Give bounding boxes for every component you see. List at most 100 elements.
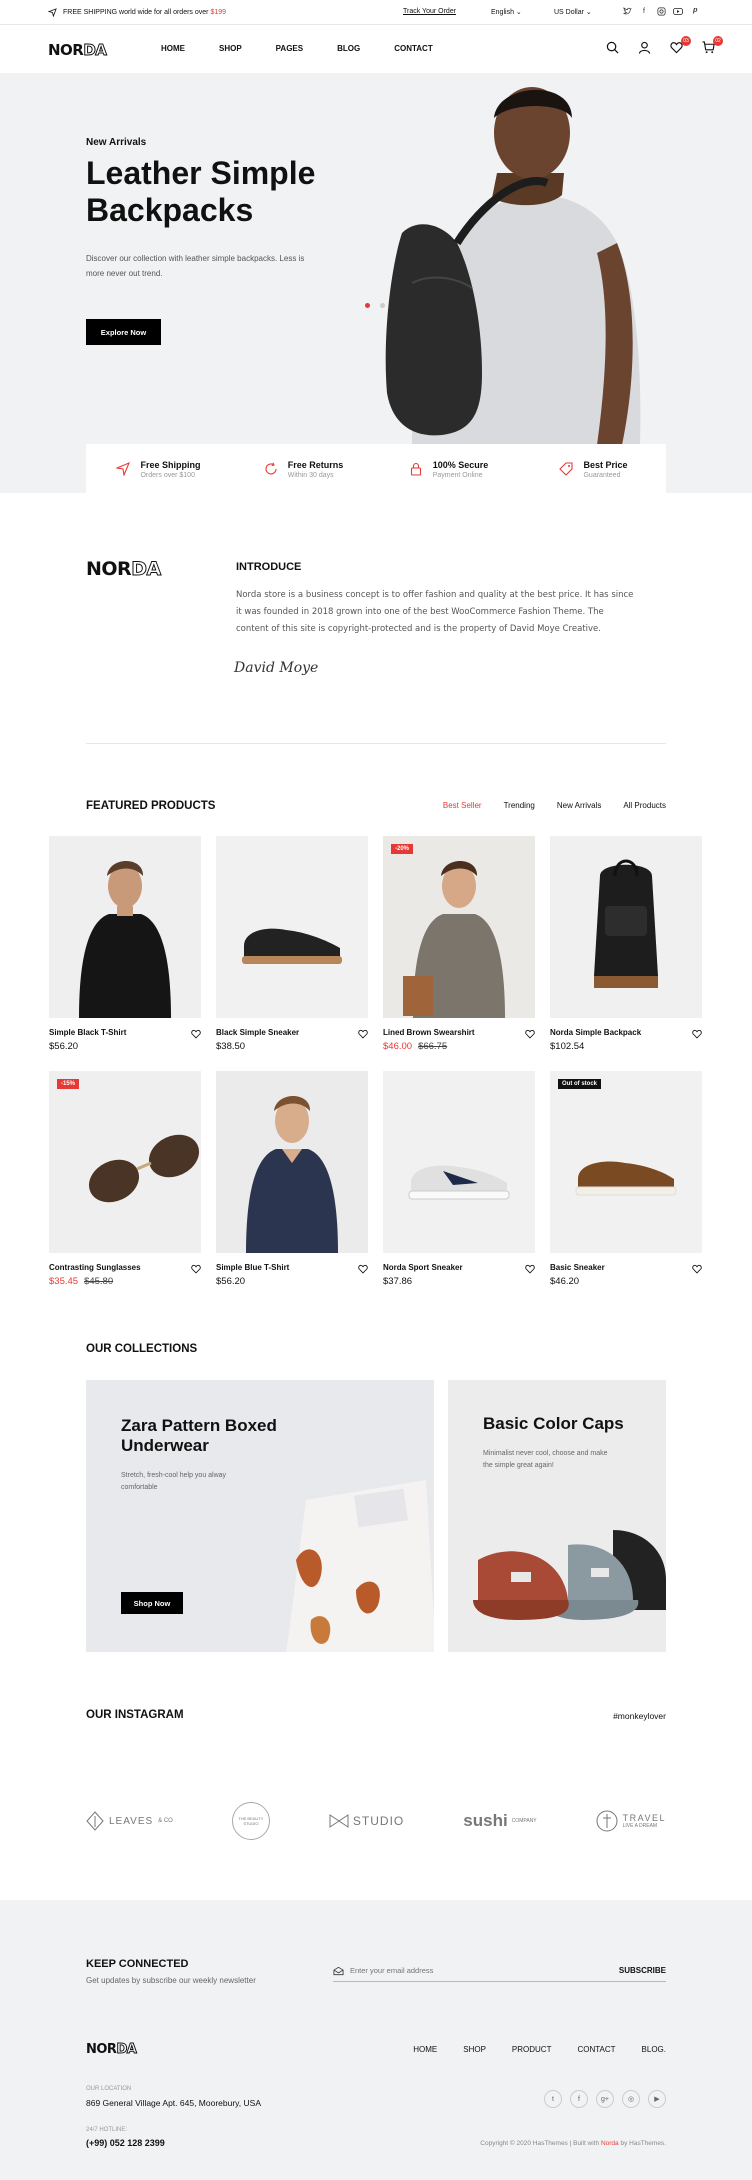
product-image[interactable]: Out of stock: [550, 1071, 702, 1253]
chevron-down-icon: ⌄: [515, 9, 522, 16]
product-image[interactable]: -15%: [49, 1071, 201, 1253]
heart-icon[interactable]: [191, 1264, 201, 1274]
slider-dot-active[interactable]: [365, 303, 370, 308]
cart-count-badge: 02: [713, 36, 723, 46]
product-name[interactable]: Lined Brown Swearshirt: [383, 1028, 535, 1037]
site-logo[interactable]: NORDA: [48, 41, 107, 60]
brand-logo-travel[interactable]: TRAVEL LIVE A DREAM: [596, 1810, 666, 1832]
feature-title: Best Price: [583, 459, 628, 470]
product-card[interactable]: Out of stock Basic Sneaker $46.20: [550, 1071, 702, 1287]
tab-all-products[interactable]: All Products: [623, 801, 666, 810]
nav-pages[interactable]: PAGES: [276, 44, 303, 53]
instagram-hashtag[interactable]: #monkeylover: [613, 1711, 666, 1721]
youtube-icon[interactable]: ▶: [648, 2090, 666, 2108]
price-current: $37.86: [383, 1276, 413, 1287]
tab-best-seller[interactable]: Best Seller: [443, 801, 482, 810]
product-card[interactable]: Norda Sport Sneaker $37.86: [383, 1071, 535, 1287]
newsletter-text: Get updates by subscribe our weekly news…: [86, 1976, 256, 1985]
collection-card-caps[interactable]: Basic Color Caps Minimalist never cool, …: [448, 1380, 666, 1652]
product-tabs: Best Seller Trending New Arrivals All Pr…: [443, 801, 666, 810]
heart-icon[interactable]: [525, 1264, 535, 1274]
footer-logo[interactable]: NORDA: [86, 2042, 137, 2058]
product-image[interactable]: [216, 1071, 368, 1253]
heart-icon[interactable]: [358, 1029, 368, 1039]
pinterest-icon[interactable]: 𝒑: [690, 6, 700, 16]
product-card[interactable]: Simple Blue T-Shirt $56.20: [216, 1071, 368, 1287]
instagram-icon[interactable]: ◎: [622, 2090, 640, 2108]
refresh-icon: [265, 462, 277, 475]
product-card[interactable]: -20% Lined Brown Swearshirt $46.00 $66.75: [383, 836, 535, 1052]
track-order-link[interactable]: Track Your Order: [403, 8, 456, 15]
footer-nav-product[interactable]: PRODUCT: [512, 2045, 552, 2054]
product-price: $37.86: [383, 1276, 535, 1287]
footer-nav-shop[interactable]: SHOP: [463, 2045, 486, 2054]
tab-trending[interactable]: Trending: [504, 801, 535, 810]
language-select[interactable]: English ⌄: [491, 8, 522, 16]
product-image[interactable]: [49, 836, 201, 1018]
phone[interactable]: (+99) 052 128 2399: [86, 2138, 165, 2148]
collection-card-underwear[interactable]: Zara Pattern Boxed Underwear Stretch, fr…: [86, 1380, 434, 1652]
product-name[interactable]: Simple Blue T-Shirt: [216, 1263, 368, 1272]
brand-logo-leaves[interactable]: LEAVES & CO: [86, 1811, 173, 1831]
product-name[interactable]: Norda Sport Sneaker: [383, 1263, 535, 1272]
cart-button[interactable]: 02: [702, 36, 723, 55]
product-name[interactable]: Basic Sneaker: [550, 1263, 702, 1272]
google-plus-icon[interactable]: g+: [596, 2090, 614, 2108]
intro-text: Norda store is a business concept is to …: [236, 590, 634, 634]
brand-logo-beauty-studio[interactable]: THE BEAUTY STUDIO: [231, 1802, 270, 1840]
nav-blog[interactable]: BLOG: [337, 44, 360, 53]
brand-logo-sushi[interactable]: sushi COMPANY: [463, 1811, 536, 1831]
hero-description: Discover our collection with leather sim…: [86, 254, 305, 278]
price-current: $56.20: [216, 1276, 246, 1287]
featured-products-title: FEATURED PRODUCTS: [86, 800, 216, 812]
product-card[interactable]: -15% Contrasting Sunglasses $35.45 $45.80: [49, 1071, 201, 1287]
product-image[interactable]: [550, 836, 702, 1018]
slider-dot[interactable]: [380, 303, 385, 308]
heart-icon[interactable]: [358, 1264, 368, 1274]
heart-icon[interactable]: [692, 1264, 702, 1274]
user-icon[interactable]: [638, 41, 652, 55]
product-name[interactable]: Black Simple Sneaker: [216, 1028, 368, 1037]
heart-icon[interactable]: [191, 1029, 201, 1039]
subscribe-button[interactable]: SUBSCRIBE: [619, 1966, 666, 1975]
product-image[interactable]: [216, 836, 368, 1018]
shop-now-button[interactable]: Shop Now: [121, 1592, 183, 1614]
explore-now-button[interactable]: Explore Now: [86, 319, 161, 345]
brand-logo-studio[interactable]: STUDIO: [329, 1814, 404, 1828]
product-name[interactable]: Simple Black T-Shirt: [49, 1028, 201, 1037]
product-image[interactable]: [383, 1071, 535, 1253]
product-price: $46.20: [550, 1276, 702, 1287]
nav-home[interactable]: HOME: [161, 44, 185, 53]
product-card[interactable]: Simple Black T-Shirt $56.20: [49, 836, 201, 1052]
nav-contact[interactable]: CONTACT: [394, 44, 433, 53]
twitter-icon[interactable]: [622, 6, 632, 16]
product-card[interactable]: Black Simple Sneaker $38.50: [216, 836, 368, 1052]
logo-part-b: DA: [116, 2042, 137, 2058]
product-name[interactable]: Norda Simple Backpack: [550, 1028, 702, 1037]
nav-shop[interactable]: SHOP: [219, 44, 242, 53]
footer-nav-home[interactable]: HOME: [413, 2045, 437, 2054]
email-input[interactable]: [350, 1966, 619, 1975]
heart-icon[interactable]: [525, 1029, 535, 1039]
copyright-brand[interactable]: Norda: [601, 2140, 619, 2147]
search-icon[interactable]: [606, 41, 620, 55]
twitter-icon[interactable]: t: [544, 2090, 562, 2108]
main-nav: HOME SHOP PAGES BLOG CONTACT: [161, 44, 433, 53]
heart-icon[interactable]: [692, 1029, 702, 1039]
logo-part-a: NOR: [86, 558, 132, 580]
newsletter-form: SUBSCRIBE: [333, 1960, 666, 1982]
feature-item: Free Shipping Orders over $100: [86, 444, 231, 494]
facebook-icon[interactable]: f: [639, 6, 649, 16]
instagram-icon[interactable]: [656, 6, 666, 16]
product-image[interactable]: -20%: [383, 836, 535, 1018]
facebook-icon[interactable]: f: [570, 2090, 588, 2108]
wishlist-button[interactable]: 03: [670, 36, 691, 55]
currency-select[interactable]: US Dollar ⌄: [554, 8, 592, 16]
product-card[interactable]: Norda Simple Backpack $102.54: [550, 836, 702, 1052]
footer-nav-blog[interactable]: BLOG.: [642, 2045, 666, 2054]
site-footer: KEEP CONNECTED Get updates by subscribe …: [0, 1900, 752, 2180]
tab-new-arrivals[interactable]: New Arrivals: [557, 801, 601, 810]
product-name[interactable]: Contrasting Sunglasses: [49, 1263, 201, 1272]
youtube-icon[interactable]: [673, 6, 683, 16]
footer-nav-contact[interactable]: CONTACT: [577, 2045, 615, 2054]
